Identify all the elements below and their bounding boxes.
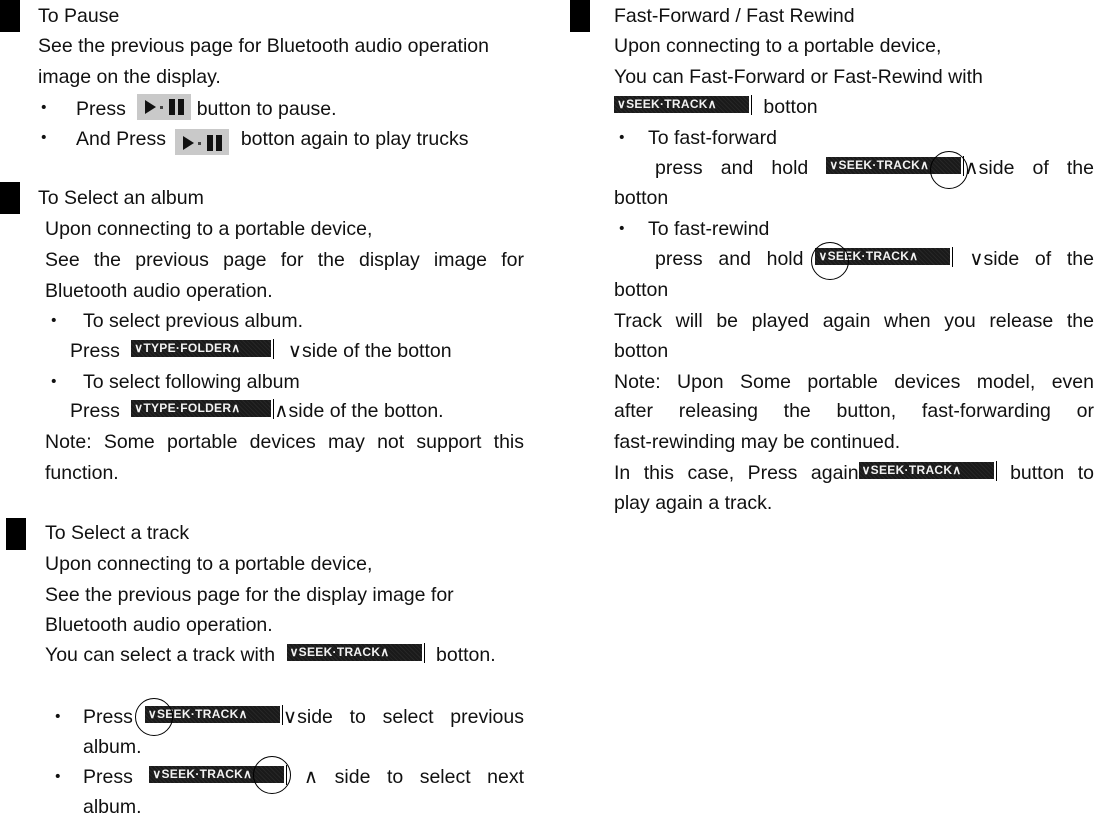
play-pause-button-image xyxy=(137,94,192,120)
button-edge xyxy=(273,398,275,419)
bullet: ・ xyxy=(44,310,64,332)
button-edge xyxy=(273,338,275,359)
section-marker-pause xyxy=(0,0,20,32)
bullet: ・ xyxy=(48,766,68,788)
type-folder-button-image: ∨TYPE·FOLDER∧ xyxy=(131,400,272,418)
button-edge xyxy=(995,460,997,481)
seek-track-button-image: ∨SEEK·TRACK∧ xyxy=(614,96,749,114)
ff-release-line1: Track will be played again when you rele… xyxy=(614,310,1094,332)
track-text-line1: Upon connecting to a portable device, xyxy=(45,553,373,575)
bullet: ・ xyxy=(34,97,54,119)
bullet: ・ xyxy=(48,706,68,728)
track-item2-cont: album. xyxy=(83,796,142,818)
album-note-line1: Note: Some portable devices may not supp… xyxy=(45,431,524,453)
ff-last-line: In this case, Press again ∨SEEK·TRACK∧ bu… xyxy=(614,460,1094,484)
play-pause-icon xyxy=(183,135,223,151)
ff-note-line1: Note: Upon Some portable devices model, … xyxy=(614,371,1094,393)
pause-item2-pre: And Press xyxy=(76,128,166,151)
track-item1-cont: album. xyxy=(83,736,142,758)
highlight-circle xyxy=(253,756,291,794)
track-text-line3: Bluetooth audio operation. xyxy=(45,614,273,636)
bullet: ・ xyxy=(612,127,632,149)
album-text-line1: Upon connecting to a portable device, xyxy=(45,218,373,240)
ff-text-line3: ∨SEEK·TRACK∧ botton xyxy=(614,94,818,120)
ff-item2: To fast-rewind xyxy=(648,218,770,240)
play-pause-button-image xyxy=(175,129,230,155)
ff-note-line2: after releasing the button, fast-forward… xyxy=(614,400,1094,422)
bullet: ・ xyxy=(612,218,632,240)
album-text-line2: See the previous page for the display im… xyxy=(45,249,524,271)
album-item1: To select previous album. xyxy=(83,310,304,332)
album-item2-press: Press ∨TYPE·FOLDER∧ ∧side of the botton. xyxy=(70,398,444,422)
album-text-line3: Bluetooth audio operation. xyxy=(45,280,273,302)
track-text-line4: You can select a track with ∨SEEK·TRACK∧… xyxy=(45,642,496,666)
pause-item1-pre: Press xyxy=(76,98,126,121)
section-title-pause: To Pause xyxy=(38,5,120,27)
ff-last-cont: play again a track. xyxy=(614,492,773,514)
ff-item2-detail: press and hold ∨SEEK·TRACK∧ ∨side of the xyxy=(655,246,1094,270)
pause-item2-post: botton again to play trucks xyxy=(240,128,469,151)
album-note-line2: function. xyxy=(45,462,119,484)
track-text-line2: See the previous page for the display im… xyxy=(45,584,454,606)
pause-text-line2: image on the display. xyxy=(38,66,221,88)
ff-text-line1: Upon connecting to a portable device, xyxy=(614,35,942,57)
button-edge xyxy=(281,704,283,725)
track-item2: Press ∨SEEK·TRACK∧ ∧ side to select next xyxy=(83,764,525,788)
play-pause-icon xyxy=(145,99,185,115)
ff-item2-cont: botton xyxy=(614,279,669,301)
ff-note-line3: fast-rewinding may be continued. xyxy=(614,431,901,453)
section-marker-track xyxy=(6,518,26,550)
pause-item1-post: button to pause. xyxy=(196,98,337,121)
album-item1-press: Press ∨TYPE·FOLDER∧ ∨side of the botton xyxy=(70,338,452,362)
highlight-circle xyxy=(811,242,849,280)
ff-item1-detail: press and hold ∨SEEK·TRACK∧ ∧side of the xyxy=(655,155,1094,179)
highlight-circle xyxy=(135,698,173,736)
album-item2: To select following album xyxy=(83,371,300,393)
seek-track-button-image: ∨SEEK·TRACK∧ xyxy=(858,462,994,480)
bullet: ・ xyxy=(34,127,54,149)
button-edge xyxy=(423,642,425,663)
section-marker-fast-forward xyxy=(570,0,590,32)
bullet: ・ xyxy=(44,371,64,393)
button-edge xyxy=(751,94,752,115)
section-marker-album xyxy=(0,182,20,214)
section-title-fast-forward: Fast-Forward / Fast Rewind xyxy=(614,5,855,27)
ff-text-line2: You can Fast-Forward or Fast-Rewind with xyxy=(614,66,983,88)
section-title-track: To Select a track xyxy=(45,522,190,544)
type-folder-button-image: ∨TYPE·FOLDER∧ xyxy=(131,340,272,358)
highlight-circle xyxy=(930,151,968,189)
section-title-album: To Select an album xyxy=(38,187,204,209)
pause-item1: Press button to pause. xyxy=(76,94,337,121)
pause-text-line1: See the previous page for Bluetooth audi… xyxy=(38,35,489,57)
ff-release-line2: botton xyxy=(614,340,669,362)
ff-item1: To fast-forward xyxy=(648,127,777,149)
pause-item2: And Press botton again to play trucks xyxy=(76,127,469,155)
button-edge xyxy=(952,246,954,267)
ff-item1-cont: botton xyxy=(614,187,669,209)
seek-track-button-image: ∨SEEK·TRACK∧ xyxy=(286,644,422,662)
